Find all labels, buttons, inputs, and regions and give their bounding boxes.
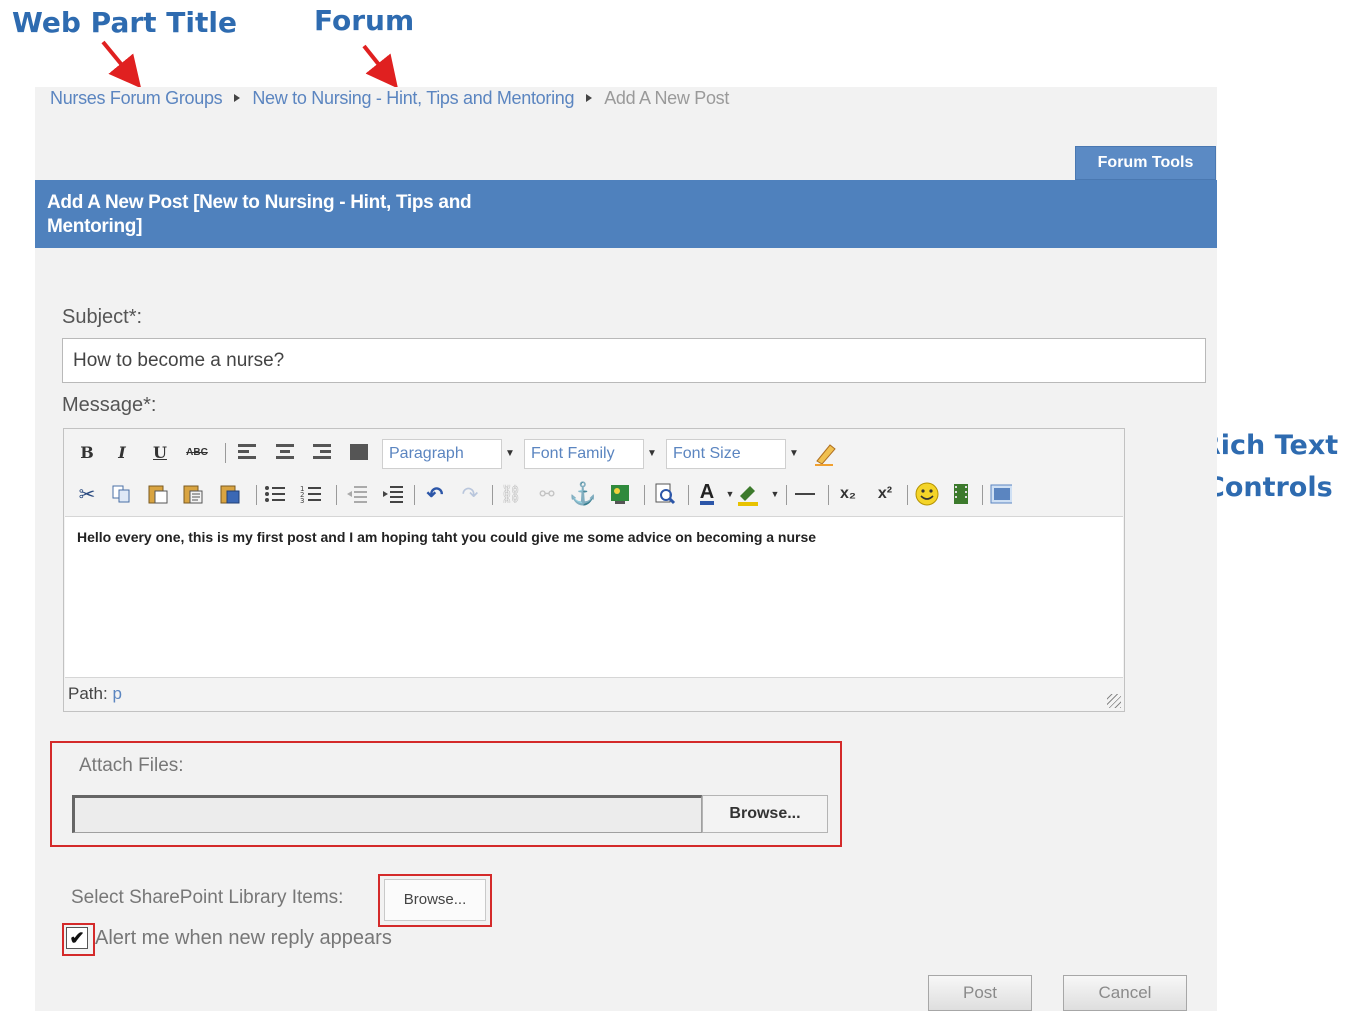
- superscript-icon[interactable]: x²: [874, 483, 896, 505]
- copy-icon[interactable]: [110, 483, 132, 505]
- highlighter-icon[interactable]: [812, 439, 838, 467]
- file-path-input[interactable]: [72, 795, 702, 833]
- message-body-input[interactable]: Hello every one, this is my first post a…: [65, 516, 1123, 678]
- alert-checkbox-label: Alert me when new reply appears: [95, 927, 392, 949]
- redo-icon[interactable]: ↷: [459, 483, 481, 506]
- alert-checkbox[interactable]: ✔: [66, 927, 88, 949]
- chevron-down-icon: ▼: [789, 448, 799, 459]
- font-size-select-value: Font Size: [673, 445, 741, 462]
- subscript-icon[interactable]: x₂: [837, 483, 859, 505]
- paragraph-select-value: Paragraph: [389, 445, 464, 462]
- breadcrumb-forum-groups-link[interactable]: Nurses Forum Groups: [50, 88, 223, 108]
- chevron-down-icon[interactable]: ▼: [764, 483, 786, 505]
- horizontal-rule-icon[interactable]: [794, 483, 816, 505]
- path-element-link[interactable]: p: [112, 684, 121, 703]
- arrow-forum: [362, 44, 398, 89]
- font-color-icon[interactable]: A: [696, 481, 718, 505]
- underline-button[interactable]: U: [149, 441, 171, 463]
- toolbar-separator: [828, 485, 829, 505]
- link-icon[interactable]: ⛓: [500, 483, 523, 505]
- toolbar-separator: [982, 485, 983, 505]
- post-header-bar: Add A New Post [New to Nursing - Hint, T…: [35, 180, 1217, 248]
- browse-library-button[interactable]: Browse...: [384, 879, 486, 921]
- align-center-icon[interactable]: [274, 441, 296, 463]
- toolbar-separator: [256, 485, 257, 505]
- justify-icon[interactable]: [348, 441, 370, 463]
- italic-button[interactable]: I: [111, 441, 133, 463]
- arrow-web-part-title: [101, 40, 142, 89]
- bullet-list-icon[interactable]: [264, 483, 286, 505]
- outdent-icon[interactable]: [346, 483, 368, 505]
- paragraph-select[interactable]: Paragraph ▼: [382, 439, 515, 469]
- html-source-icon[interactable]: [654, 483, 676, 505]
- font-family-select-value: Font Family: [531, 445, 615, 462]
- breadcrumb: Nurses Forum Groups New to Nursing - Hint…: [50, 88, 729, 109]
- paste-word-icon[interactable]: [219, 483, 241, 505]
- align-right-icon[interactable]: [311, 441, 333, 463]
- post-button[interactable]: Post: [928, 975, 1032, 1011]
- toolbar-separator: [336, 485, 337, 505]
- image-icon[interactable]: [609, 483, 631, 505]
- attach-files-label: Attach Files:: [79, 755, 184, 776]
- font-size-select[interactable]: Font Size ▼: [666, 439, 799, 469]
- breadcrumb-forum-link[interactable]: New to Nursing - Hint, Tips and Mentorin…: [252, 88, 574, 108]
- chevron-down-icon: ▼: [505, 448, 515, 459]
- toolbar-separator: [644, 485, 645, 505]
- font-color-glyph: A: [699, 481, 715, 505]
- message-body-text: Hello every one, this is my first post a…: [77, 529, 817, 545]
- toolbar-separator: [492, 485, 493, 505]
- paste-icon[interactable]: [147, 483, 169, 505]
- numbered-list-icon[interactable]: 123: [300, 483, 322, 505]
- path-label: Path:: [68, 684, 108, 703]
- indent-icon[interactable]: [382, 483, 404, 505]
- chevron-right-icon: [234, 94, 241, 102]
- editor-toolbar-row-1: B I U ABC Paragraph ▼ Font Family ▼ Font S…: [64, 433, 1124, 471]
- emoticon-icon[interactable]: [914, 481, 940, 507]
- toolbar-separator: [786, 485, 787, 505]
- fullscreen-icon[interactable]: [990, 483, 1012, 505]
- media-icon[interactable]: [950, 483, 972, 505]
- subject-input[interactable]: How to become a nurse?: [62, 338, 1206, 383]
- resize-handle-icon[interactable]: [1107, 694, 1121, 708]
- align-left-icon[interactable]: [236, 441, 258, 463]
- sharepoint-library-label: Select SharePoint Library Items:: [71, 887, 344, 908]
- message-label: Message*:: [62, 394, 157, 416]
- breadcrumb-current: Add A New Post: [604, 88, 730, 108]
- anchor-icon[interactable]: ⚓: [569, 481, 596, 506]
- toolbar-separator: [414, 485, 415, 505]
- page-title: Add A New Post [New to Nursing - Hint, T…: [47, 192, 472, 237]
- chevron-right-icon: [586, 94, 593, 102]
- editor-path-bar: Path: p: [68, 684, 122, 704]
- toolbar-separator: [907, 485, 908, 505]
- cancel-button[interactable]: Cancel: [1063, 975, 1187, 1011]
- subject-label: Subject*:: [62, 306, 143, 328]
- rich-text-editor: B I U ABC Paragraph ▼ Font Family ▼ Font S…: [63, 428, 1125, 712]
- background-color-icon[interactable]: [736, 483, 758, 506]
- editor-toolbar-row-2: ✂ 123 ↶ ↷ ⛓ ⚯ ⚓ A ▼ ▼ x₂ x²: [64, 475, 1124, 513]
- forum-tools-tab[interactable]: Forum Tools: [1075, 146, 1216, 180]
- chevron-down-icon: ▼: [647, 448, 657, 459]
- bold-button[interactable]: B: [76, 441, 98, 463]
- browse-file-button[interactable]: Browse...: [702, 795, 828, 833]
- strikethrough-button[interactable]: ABC: [186, 441, 208, 463]
- cut-icon[interactable]: ✂: [76, 483, 98, 506]
- font-family-select[interactable]: Font Family ▼: [524, 439, 657, 469]
- svg-text:3: 3: [300, 497, 304, 504]
- unlink-icon[interactable]: ⚯: [536, 483, 558, 505]
- undo-icon[interactable]: ↶: [424, 483, 446, 506]
- toolbar-separator: [688, 485, 689, 505]
- paste-text-icon[interactable]: [182, 483, 204, 505]
- toolbar-separator: [225, 443, 226, 463]
